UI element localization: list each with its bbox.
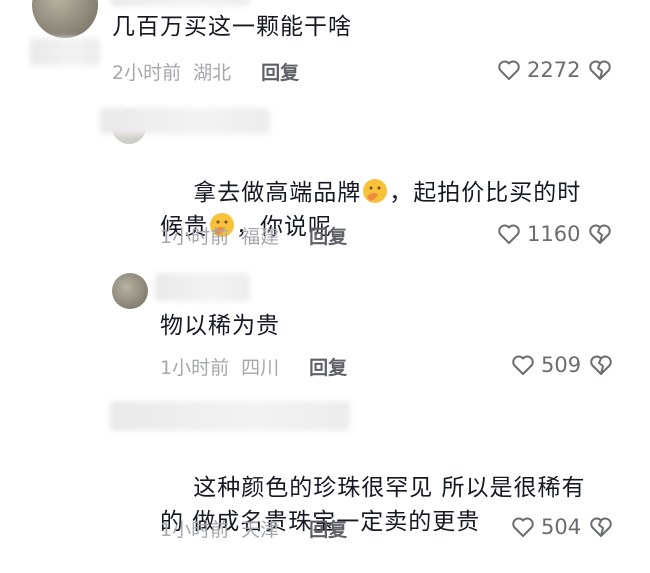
comment-2: 拿去做高端品牌 ，起拍价比买的时 候贵 ，你说呢 1小时前 福建 回复 1160 [0, 100, 650, 260]
reply-button[interactable]: 回复 [309, 222, 347, 249]
comment-location: 天津 [241, 519, 280, 541]
comment-time: 2小时前 [112, 62, 182, 84]
like-area: 504 [511, 515, 613, 539]
broken-heart-icon[interactable] [589, 516, 613, 538]
like-area: 2272 [497, 58, 612, 82]
username-blurred [110, 401, 350, 431]
like-count: 2272 [527, 58, 581, 82]
comment-location: 湖北 [193, 62, 232, 84]
broken-heart-icon[interactable] [588, 59, 612, 81]
like-count: 504 [541, 515, 582, 539]
comment-3: 物以稀为贵 1小时前 四川 回复 509 [0, 265, 650, 385]
reply-button[interactable]: 回复 [261, 58, 299, 85]
smirk-hand-over-mouth-emoji [363, 179, 388, 203]
comment-4: 这种颜色的珍珠很罕见 所以是很稀有的 做成名贵珠宝一定卖的更贵 1小时前 天津 … [0, 395, 650, 560]
like-count: 1160 [527, 222, 581, 246]
broken-heart-icon[interactable] [588, 223, 612, 245]
like-area: 1160 [497, 222, 612, 246]
comment-time: 1小时前 [160, 226, 230, 248]
comment-text: 几百万买这一颗能干啥 [112, 14, 352, 40]
heart-outline-icon[interactable] [497, 223, 521, 245]
comment-text: 拿去做高端品牌 ，起拍价比买的时 候贵 ，你说呢 [160, 142, 620, 278]
comment-meta: 2小时前 湖北 回复 [112, 58, 299, 85]
username-blurred [110, 0, 250, 6]
comment-text: 物以稀为贵 [160, 313, 280, 339]
heart-outline-icon[interactable] [511, 516, 535, 538]
heart-outline-icon[interactable] [497, 59, 521, 81]
broken-heart-icon[interactable] [589, 354, 613, 376]
text-part: 拿去做高端品牌 [193, 180, 362, 206]
username-blurred [155, 273, 250, 301]
comment-time: 1小时前 [160, 357, 230, 379]
reply-button[interactable]: 回复 [309, 515, 347, 542]
text-line: 这种颜色的珍珠很罕见 所以是很稀有 [193, 475, 586, 501]
comment-location: 福建 [241, 226, 280, 248]
comment-1: 几百万买这一颗能干啥 2小时前 湖北 回复 2272 [0, 0, 650, 90]
comment-time: 1小时前 [160, 519, 230, 541]
comment-text: 这种颜色的珍珠很罕见 所以是很稀有的 做成名贵珠宝一定卖的更贵 [160, 437, 630, 573]
comment-meta: 1小时前 天津 回复 [160, 515, 347, 542]
text-part: ，起拍价比买的时 [389, 180, 582, 206]
like-count: 509 [541, 353, 582, 377]
comment-location: 四川 [241, 357, 280, 379]
avatar[interactable] [112, 273, 148, 309]
comment-meta: 1小时前 福建 回复 [160, 222, 347, 249]
blurred-region [30, 38, 100, 66]
username-blurred [100, 108, 270, 134]
heart-outline-icon[interactable] [511, 354, 535, 376]
avatar[interactable] [32, 0, 98, 38]
like-area: 509 [511, 353, 613, 377]
comment-meta: 1小时前 四川 回复 [160, 353, 347, 380]
reply-button[interactable]: 回复 [309, 353, 347, 380]
